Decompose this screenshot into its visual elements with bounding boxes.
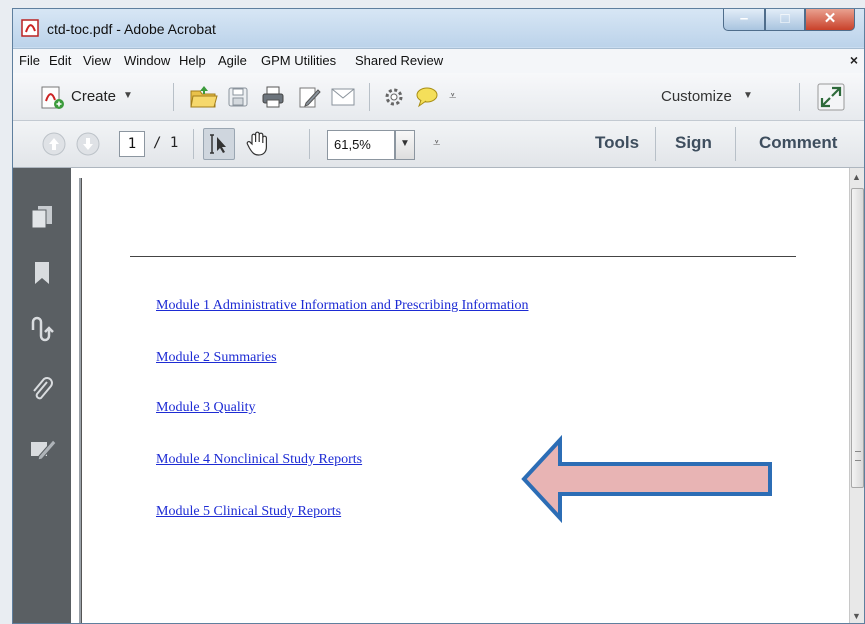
menu-shared-review[interactable]: Shared Review xyxy=(355,53,443,68)
selection-cursor-icon xyxy=(210,134,226,154)
menu-help[interactable]: Help xyxy=(179,53,206,68)
select-tool-button[interactable] xyxy=(203,128,235,160)
vertical-scrollbar[interactable]: ▲ ▼ xyxy=(849,168,864,623)
toolbar-separator xyxy=(655,127,656,161)
horizontal-rule xyxy=(130,256,796,257)
menu-file[interactable]: File xyxy=(19,53,40,68)
window-title: ctd-toc.pdf - Adobe Acrobat xyxy=(47,21,216,37)
edit-document-icon[interactable] xyxy=(297,85,321,109)
create-pdf-icon[interactable] xyxy=(39,85,65,111)
hand-tool-icon[interactable] xyxy=(245,130,271,158)
toolbar-separator xyxy=(309,129,310,159)
zoom-level-input[interactable]: 61,5% xyxy=(327,130,395,160)
menu-edit[interactable]: Edit xyxy=(49,53,71,68)
toc-link-module-1[interactable]: Module 1 Administrative Information and … xyxy=(156,298,528,314)
tab-sign[interactable]: Sign xyxy=(675,133,712,153)
toc-link-module-4[interactable]: Module 4 Nonclinical Study Reports xyxy=(156,452,362,468)
menu-view[interactable]: View xyxy=(83,53,111,68)
toc-link-module-3[interactable]: Module 3 Quality xyxy=(156,400,256,416)
menu-window[interactable]: Window xyxy=(124,53,170,68)
customize-dropdown-icon[interactable]: ▼ xyxy=(743,90,753,101)
navigation-toolbar: 1 / 1 61,5% ▼ ⩡ Tools Sign Comment xyxy=(13,121,864,168)
toc-link-module-2[interactable]: Module 2 Summaries xyxy=(156,350,277,366)
scroll-thumb[interactable] xyxy=(851,188,864,488)
toolbar-separator xyxy=(193,129,194,159)
tab-tools[interactable]: Tools xyxy=(595,133,639,153)
create-dropdown-icon[interactable]: ▼ xyxy=(123,90,133,101)
more-nav-tools-icon[interactable]: ⩡ xyxy=(433,135,440,151)
toolbar-separator xyxy=(369,83,370,111)
menu-gpm-utilities[interactable]: GPM Utilities xyxy=(261,53,336,68)
previous-page-icon[interactable] xyxy=(41,131,67,157)
toc-link-module-5[interactable]: Module 5 Clinical Study Reports xyxy=(156,504,341,520)
acrobat-app-icon xyxy=(21,19,39,37)
expand-view-icon[interactable] xyxy=(817,83,845,111)
document-close-icon[interactable]: × xyxy=(850,52,858,68)
main-toolbar: Create ▼ ⩡ Customize ▼ xyxy=(13,73,864,121)
customize-button[interactable]: Customize xyxy=(661,88,732,105)
page-number-input[interactable]: 1 xyxy=(119,131,145,157)
close-button[interactable]: ✕ xyxy=(805,9,855,31)
settings-gear-icon[interactable] xyxy=(383,86,405,108)
bookmark-icon[interactable] xyxy=(29,260,55,286)
pages-icon[interactable] xyxy=(29,204,55,230)
maximize-button[interactable]: □ xyxy=(765,9,805,31)
next-page-icon[interactable] xyxy=(75,131,101,157)
navigation-pane xyxy=(13,168,71,623)
create-button[interactable]: Create xyxy=(71,88,116,105)
scroll-up-icon[interactable]: ▲ xyxy=(852,172,861,182)
email-icon[interactable] xyxy=(331,87,355,107)
save-icon[interactable] xyxy=(227,86,249,108)
toolbar-separator xyxy=(735,127,736,161)
open-folder-icon[interactable] xyxy=(189,84,219,110)
scroll-grip xyxy=(855,451,861,461)
document-view: Module 1 Administrative Information and … xyxy=(71,168,849,623)
toolbar-separator xyxy=(799,83,800,111)
attachment-icon[interactable] xyxy=(29,376,55,402)
print-icon[interactable] xyxy=(261,85,285,109)
comment-bubble-icon[interactable] xyxy=(415,86,439,108)
tab-comment[interactable]: Comment xyxy=(759,133,837,153)
menu-agile[interactable]: Agile xyxy=(218,53,247,68)
signatures-icon[interactable] xyxy=(29,316,55,342)
minimize-button[interactable]: – xyxy=(723,9,765,31)
pdf-page: Module 1 Administrative Information and … xyxy=(81,178,844,623)
content-edit-icon[interactable] xyxy=(29,436,57,462)
scroll-down-icon[interactable]: ▼ xyxy=(852,611,861,621)
page-total-label: / 1 xyxy=(153,135,179,151)
zoom-dropdown-icon[interactable]: ▼ xyxy=(395,130,415,160)
annotation-arrow xyxy=(521,434,772,524)
menu-bar: File Edit View Window Help Agile GPM Uti… xyxy=(13,48,864,74)
toolbar-separator xyxy=(173,83,174,111)
title-bar: ctd-toc.pdf - Adobe Acrobat – □ ✕ xyxy=(13,9,864,47)
more-tools-icon[interactable]: ⩡ xyxy=(449,88,456,104)
